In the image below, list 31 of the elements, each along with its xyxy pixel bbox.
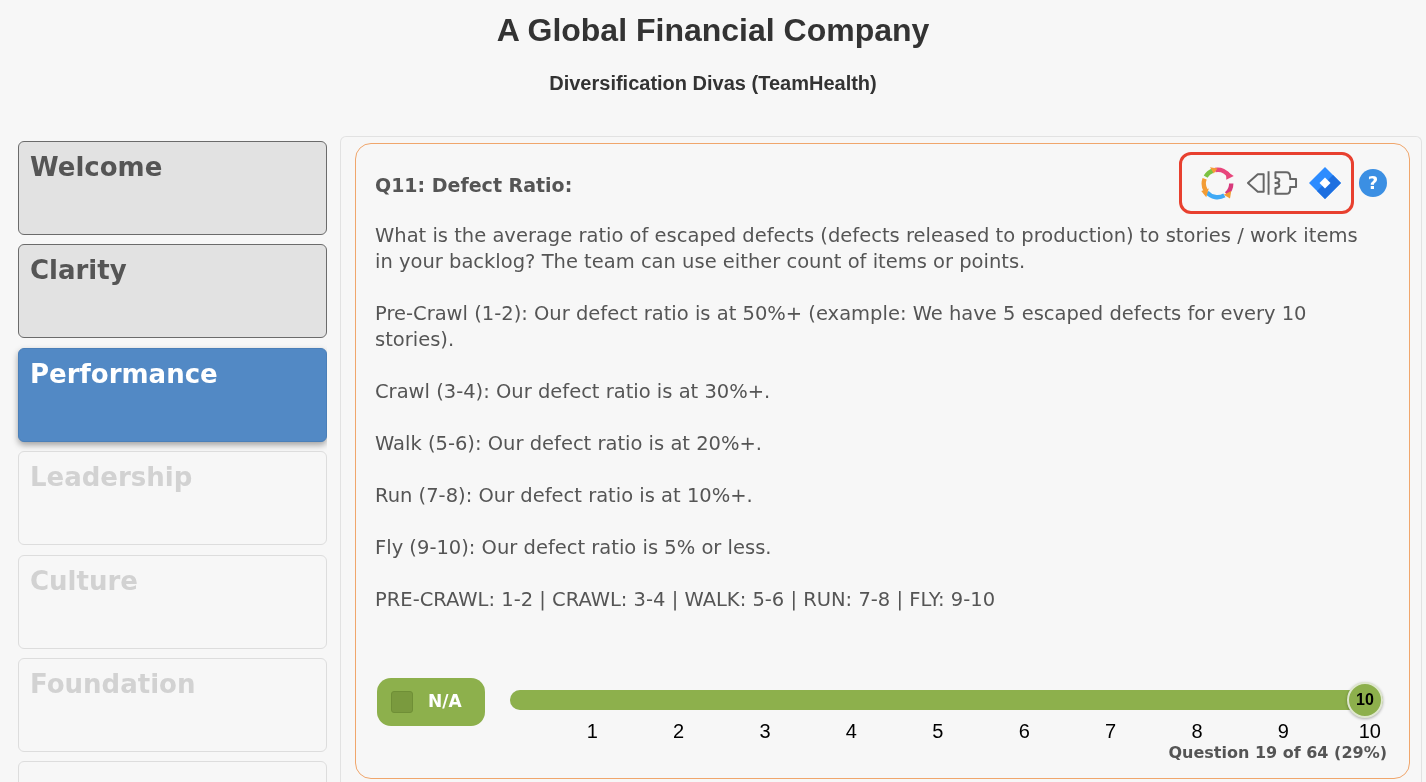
sidebar-item[interactable]: Performance [18, 347, 327, 442]
tick-label: 3 [759, 720, 771, 742]
tick-label: 7 [1105, 720, 1117, 742]
question-text: PRE-CRAWL: 1-2 | CRAWL: 3-4 | WALK: 5-6 | RUN: 7-8 | FLY: 9-10 [375, 587, 997, 613]
tick-label: 9 [1277, 720, 1289, 742]
circular-arrows-icon[interactable] [1200, 165, 1235, 201]
diamond-icon[interactable] [1308, 166, 1342, 200]
question-text: Run (7-8): Our defect ratio is at 10%+. [375, 483, 754, 509]
na-toggle[interactable]: N/A [377, 678, 485, 726]
question-title: Q11: Defect Ratio: [375, 173, 573, 198]
team-name: Diversification Divas (TeamHealth) [549, 71, 877, 96]
question-text: Walk (5-6): Our defect ratio is at 20%+. [375, 431, 764, 457]
slider-thumb[interactable]: 10 [1347, 682, 1383, 718]
question-text: What is the average ratio of escaped defects (defects released to production) to stories / work items in your backlog? The team can use either count of items or points. [375, 223, 1359, 275]
tick-label: 5 [932, 720, 944, 742]
plug-icon[interactable] [1245, 168, 1298, 198]
sidebar-item[interactable]: Clarity [18, 244, 327, 339]
progress-text: Question 19 of 64 (29%) [1168, 744, 1387, 762]
page-title: A Global Financial Company [496, 11, 930, 50]
tick-label: 10 [1358, 720, 1381, 742]
tick-label: 1 [586, 720, 598, 742]
tick-label: 2 [673, 720, 685, 742]
question-text: Crawl (3-4): Our defect ratio is at 30%+. [375, 379, 772, 405]
tick-label: 6 [1018, 720, 1030, 742]
sidebar-item[interactable]: Welcome [18, 141, 327, 235]
checkbox[interactable] [391, 691, 413, 713]
question-text: Pre-Crawl (1-2): Our defect ratio is at 50%+ (example: We have 5 escaped defects for every 10 stories). [375, 301, 1308, 353]
question-text: Fly (9-10): Our defect ratio is 5% or less. [375, 535, 773, 561]
tick-label: 4 [845, 720, 857, 742]
help-button[interactable]: ? [1359, 169, 1387, 197]
tick-label: 8 [1191, 720, 1203, 742]
